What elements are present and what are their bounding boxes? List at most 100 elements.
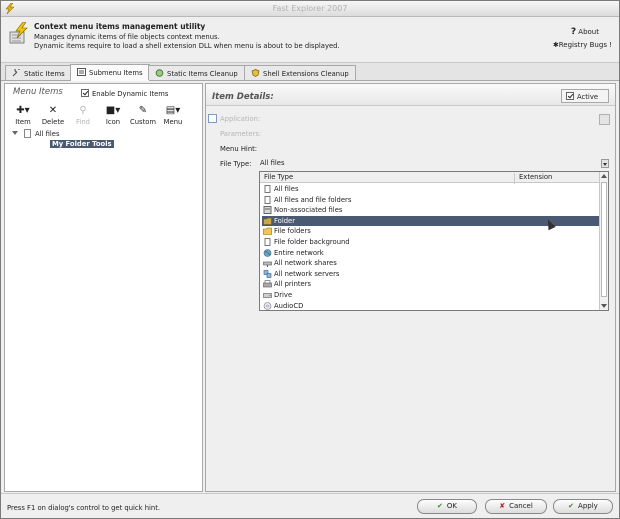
dropdown-item-label: All files bbox=[274, 185, 299, 193]
registry-bugs-label: Registry Bugs ! bbox=[558, 41, 612, 49]
cleanup-icon bbox=[155, 69, 164, 77]
tree-node-all-files[interactable]: All files bbox=[10, 129, 200, 139]
menu-items-tree: All files My Folder Tools bbox=[10, 129, 200, 149]
column-file-type[interactable]: File Type bbox=[264, 173, 293, 181]
footer-bar: Press F1 on dialog's control to get quic… bbox=[1, 493, 619, 518]
menu-button[interactable]: ▤▾ Menu bbox=[159, 105, 187, 127]
dropdown-item[interactable]: All network servers bbox=[262, 269, 599, 280]
icon-picker-icon: ■▾ bbox=[105, 105, 121, 116]
dropdown-item[interactable]: Entire network bbox=[262, 248, 599, 259]
item-details-title: Item Details: bbox=[212, 92, 274, 102]
folder-icon bbox=[263, 228, 272, 236]
find-icon: ⚲ bbox=[79, 105, 87, 116]
ok-button[interactable]: ✔ OK bbox=[417, 499, 477, 514]
dropdown-item[interactable]: Drive bbox=[262, 290, 599, 301]
enable-dynamic-items-label: Enable Dynamic Items bbox=[92, 90, 169, 98]
checkmark-icon bbox=[566, 92, 574, 100]
dropdown-item-label: Drive bbox=[274, 291, 293, 299]
header-panel: Context menu items management utility Ma… bbox=[1, 17, 619, 63]
check-icon: ✔ bbox=[568, 502, 575, 510]
dropdown-item-label: File folder background bbox=[274, 238, 350, 246]
close-icon: ✘ bbox=[499, 502, 506, 510]
file-icon bbox=[264, 195, 271, 204]
dropdown-item[interactable]: All network shares bbox=[262, 258, 599, 269]
tab-shell-extensions-cleanup[interactable]: Shell Extensions Cleanup bbox=[244, 65, 356, 80]
tree-node-label: My Folder Tools bbox=[50, 140, 114, 148]
dropdown-item-label: All network servers bbox=[274, 269, 340, 278]
file-type-select[interactable]: All files bbox=[260, 159, 284, 167]
item-details-header: Item Details: Active bbox=[206, 84, 615, 106]
header-description-1: Manages dynamic items of file objects co… bbox=[34, 33, 220, 41]
tree-node-my-folder-tools[interactable]: My Folder Tools bbox=[10, 139, 200, 149]
scroll-thumb[interactable] bbox=[601, 182, 607, 297]
dropdown-item[interactable]: AudioCD bbox=[262, 301, 599, 310]
dropdown-item-label: All files and file folders bbox=[274, 195, 352, 204]
column-extension[interactable]: Extension bbox=[514, 173, 552, 184]
chevron-down-icon[interactable] bbox=[601, 159, 609, 168]
header-title: Context menu items management utility bbox=[34, 22, 206, 31]
main-window: Fast Explorer 2007 Context menu items ma… bbox=[0, 0, 620, 519]
title-bar[interactable]: Fast Explorer 2007 bbox=[1, 1, 619, 17]
application-label: Application: bbox=[220, 115, 261, 123]
scroll-up-icon[interactable] bbox=[601, 174, 607, 178]
add-item-icon: ✚▾ bbox=[16, 105, 30, 116]
apply-label: Apply bbox=[578, 502, 598, 510]
globe-icon bbox=[263, 248, 272, 257]
tab-static-items-cleanup[interactable]: Static Items Cleanup bbox=[148, 65, 245, 80]
menu-icon: ▤▾ bbox=[165, 105, 181, 116]
add-item-label: Item bbox=[15, 118, 31, 126]
about-link[interactable]: ? About bbox=[571, 27, 599, 37]
dropdown-scrollbar[interactable] bbox=[599, 172, 608, 310]
tab-static-items[interactable]: Static Items bbox=[5, 65, 72, 80]
file-icon bbox=[24, 129, 31, 138]
active-checkbox[interactable]: Active bbox=[561, 89, 609, 103]
apply-button[interactable]: ✔ Apply bbox=[553, 499, 613, 514]
find-button[interactable]: ⚲ Find bbox=[69, 105, 97, 127]
icon-button[interactable]: ■▾ Icon bbox=[99, 105, 127, 127]
delete-label: Delete bbox=[41, 118, 65, 126]
tab-label: Static Items Cleanup bbox=[167, 70, 238, 78]
dropdown-item-label: All network shares bbox=[274, 259, 337, 268]
delete-button[interactable]: ✕ Delete bbox=[39, 105, 67, 127]
tab-submenu-items[interactable]: Submenu Items bbox=[70, 64, 150, 81]
active-label: Active bbox=[577, 93, 599, 101]
cancel-label: Cancel bbox=[509, 502, 533, 510]
file-icon bbox=[264, 238, 271, 246]
dropdown-column-header: File Type Extension bbox=[260, 172, 600, 184]
printer-icon bbox=[263, 280, 272, 288]
dropdown-item[interactable]: All printers bbox=[262, 279, 599, 290]
cancel-button[interactable]: ✘ Cancel bbox=[485, 499, 547, 514]
dropdown-item[interactable]: Non-associated files bbox=[262, 205, 599, 216]
file-type-dropdown-list[interactable]: File Type Extension All files All files … bbox=[259, 171, 609, 311]
dropdown-item-label: All printers bbox=[274, 280, 312, 289]
menu-items-header: Menu Items Enable Dynamic Items bbox=[5, 84, 202, 100]
expand-arrow-icon[interactable] bbox=[12, 131, 18, 135]
checkmark-icon bbox=[81, 89, 89, 97]
about-label: About bbox=[578, 28, 599, 36]
ok-label: OK bbox=[446, 502, 457, 510]
custom-button[interactable]: ✎ Custom bbox=[129, 106, 157, 127]
unknown-file-icon bbox=[263, 206, 272, 215]
enable-dynamic-items-checkbox[interactable]: Enable Dynamic Items bbox=[81, 89, 168, 98]
dropdown-item[interactable]: All files bbox=[262, 184, 599, 195]
tab-bar: Static Items Submenu Items Static Items … bbox=[1, 63, 619, 81]
custom-label: Custom bbox=[129, 118, 157, 126]
add-item-button[interactable]: ✚▾ Item bbox=[9, 105, 37, 127]
tool-lightning-icon bbox=[9, 22, 28, 44]
window-title: Fast Explorer 2007 bbox=[272, 4, 348, 13]
dropdown-item-label: Folder bbox=[274, 216, 296, 225]
file-icon bbox=[264, 185, 271, 193]
dropdown-item-label: File folders bbox=[274, 227, 311, 236]
dropdown-item-label: AudioCD bbox=[274, 301, 304, 310]
dropdown-item-label: Entire network bbox=[274, 248, 324, 257]
application-checkbox[interactable] bbox=[208, 114, 217, 123]
registry-bugs-link[interactable]: ✱Registry Bugs ! bbox=[553, 41, 612, 49]
delete-icon: ✕ bbox=[48, 105, 58, 116]
dropdown-item[interactable]: All files and file folders bbox=[262, 195, 599, 206]
scroll-down-icon[interactable] bbox=[601, 304, 607, 308]
browse-button[interactable] bbox=[599, 114, 610, 125]
menu-items-title: Menu Items bbox=[13, 87, 63, 97]
tab-label: Submenu Items bbox=[89, 69, 143, 77]
dropdown-item[interactable]: File folder background bbox=[262, 237, 599, 248]
shield-icon bbox=[251, 69, 260, 77]
